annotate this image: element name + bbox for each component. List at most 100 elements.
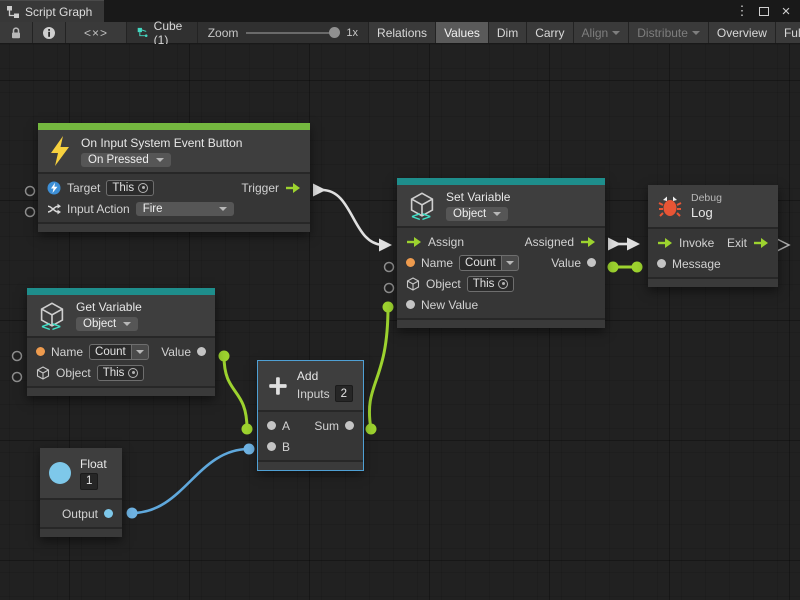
- zoom-value: 1x: [346, 27, 358, 39]
- invoke-input-port[interactable]: [657, 237, 673, 249]
- svg-text:<>: <>: [40, 318, 61, 331]
- variable-scope-dropdown[interactable]: Object: [76, 317, 138, 331]
- graph-owner[interactable]: Cube (1): [127, 22, 198, 43]
- node-body: A Sum B: [258, 410, 363, 460]
- toolbar-button-align[interactable]: Align: [574, 22, 630, 43]
- node-set-variable[interactable]: <> Set Variable Object Assign Assigned: [397, 178, 605, 328]
- port-row-target: Target This Trigger: [38, 177, 310, 198]
- variable-name-dropdown[interactable]: Count: [89, 344, 149, 360]
- output-label: Output: [62, 507, 98, 521]
- port-row-input-action: Input Action Fire: [38, 198, 310, 219]
- node-add[interactable]: Add Inputs 2 A Sum B: [258, 361, 363, 470]
- script-graph-window: Script Graph ⋮ × <×>: [0, 0, 800, 600]
- port-row-name: Name Count Value: [397, 252, 605, 273]
- graph-owner-label: Cube (1): [154, 19, 187, 47]
- node-header: <> Get Variable Object: [27, 295, 215, 336]
- input-action-dropdown[interactable]: Fire: [136, 202, 234, 216]
- node-float[interactable]: Float 1 Output: [40, 448, 122, 537]
- toolbar-button-dim[interactable]: Dim: [489, 22, 527, 43]
- node-body: Output: [40, 498, 122, 527]
- object-chip[interactable]: This: [467, 276, 515, 292]
- node-debug-log[interactable]: Debug Log Invoke Exit Message: [648, 185, 778, 287]
- float-value-field[interactable]: 1: [80, 473, 98, 490]
- tab-script-graph[interactable]: Script Graph: [0, 0, 104, 22]
- node-header: Add Inputs 2: [258, 361, 363, 410]
- input-system-icon: [47, 181, 61, 195]
- b-input-port[interactable]: [267, 442, 276, 451]
- value-output-port[interactable]: [197, 347, 206, 356]
- close-icon[interactable]: ×: [778, 3, 794, 19]
- chevron-down-icon: [123, 322, 131, 326]
- kebab-menu-icon[interactable]: ⋮: [734, 3, 750, 19]
- node-body: Name Count Value Object This: [27, 336, 215, 386]
- variable-accent-bar: [27, 288, 215, 295]
- message-input-port[interactable]: [657, 259, 666, 268]
- cube-icon: [406, 277, 420, 291]
- node-title: Float: [80, 457, 107, 471]
- port-row-a: A Sum: [258, 415, 363, 436]
- graph-asset-icon: [137, 25, 148, 40]
- name-input-port[interactable]: [36, 347, 45, 356]
- object-chip[interactable]: This: [97, 365, 145, 381]
- wire-value-to-message[interactable]: [608, 262, 643, 273]
- node-get-variable[interactable]: <> Get Variable Object Name Count: [27, 288, 215, 396]
- toolbar-button-distribute[interactable]: Distribute: [629, 22, 709, 43]
- node-header: On Input System Event Button On Pressed: [38, 130, 310, 172]
- assign-label: Assign: [428, 235, 464, 249]
- new-value-label: New Value: [421, 298, 478, 312]
- exit-flow-stub[interactable]: [777, 239, 789, 251]
- node-title: On Input System Event Button: [81, 136, 242, 150]
- assigned-output-port[interactable]: [580, 236, 596, 248]
- node-title: Get Variable: [76, 300, 142, 314]
- output-port[interactable]: [104, 509, 113, 518]
- exit-output-port[interactable]: [753, 237, 769, 249]
- zoom-slider[interactable]: [246, 32, 338, 34]
- a-input-port[interactable]: [267, 421, 276, 430]
- inspect-button[interactable]: [33, 22, 66, 43]
- node-title: Add: [297, 369, 318, 383]
- target-object-chip[interactable]: This: [106, 180, 154, 196]
- edit-source-button[interactable]: <×>: [66, 22, 127, 43]
- graph-tab-icon: [6, 5, 20, 19]
- node-body: Invoke Exit Message: [648, 227, 778, 277]
- b-label: B: [282, 440, 290, 454]
- wire-assigned-to-invoke[interactable]: [608, 238, 640, 251]
- node-body: Target This Trigger Input Action: [38, 172, 310, 222]
- variable-name-dropdown[interactable]: Count: [459, 255, 519, 271]
- wire-float-to-b[interactable]: [127, 444, 255, 519]
- variable-cube-icon: <>: [407, 191, 437, 221]
- chevron-down-icon: [493, 212, 501, 216]
- input-action-icon: [47, 202, 61, 216]
- wire-trigger-to-assign[interactable]: [313, 184, 392, 252]
- wire-getvalue-to-a[interactable]: [219, 351, 253, 435]
- variable-scope-dropdown[interactable]: Object: [446, 207, 508, 221]
- trigger-output-port[interactable]: [285, 182, 301, 194]
- object-label: Object: [56, 366, 91, 380]
- event-mode-dropdown[interactable]: On Pressed: [81, 153, 171, 167]
- sum-output-port[interactable]: [345, 421, 354, 430]
- graph-canvas[interactable]: On Input System Event Button On Pressed …: [0, 44, 800, 600]
- code-icon: <×>: [84, 26, 108, 40]
- value-output-port[interactable]: [587, 258, 596, 267]
- input-action-label: Input Action: [67, 202, 130, 216]
- lock-button[interactable]: [0, 22, 33, 43]
- value-label: Value: [551, 256, 581, 270]
- zoom-slider-handle[interactable]: [329, 27, 340, 38]
- new-value-input-port[interactable]: [406, 300, 415, 309]
- assign-input-port[interactable]: [406, 236, 422, 248]
- titlebar-spacer: [104, 0, 734, 22]
- node-title: Set Variable: [446, 190, 510, 204]
- maximize-icon[interactable]: [756, 3, 772, 19]
- node-on-input-system-event[interactable]: On Input System Event Button On Pressed …: [38, 123, 310, 232]
- toolbar-button-carry[interactable]: Carry: [527, 22, 573, 43]
- node-footer: [258, 460, 363, 470]
- toolbar-button-fullscreen[interactable]: Full Screen: [776, 22, 800, 43]
- toolbar-button-values[interactable]: Values: [436, 22, 489, 43]
- tab-label: Script Graph: [25, 5, 92, 19]
- name-label: Name: [421, 256, 453, 270]
- inputs-count-field[interactable]: 2: [335, 385, 353, 402]
- toolbar-button-overview[interactable]: Overview: [709, 22, 776, 43]
- wire-sum-to-newvalue[interactable]: [366, 302, 394, 435]
- name-input-port[interactable]: [406, 258, 415, 267]
- toolbar-button-relations[interactable]: Relations: [369, 22, 436, 43]
